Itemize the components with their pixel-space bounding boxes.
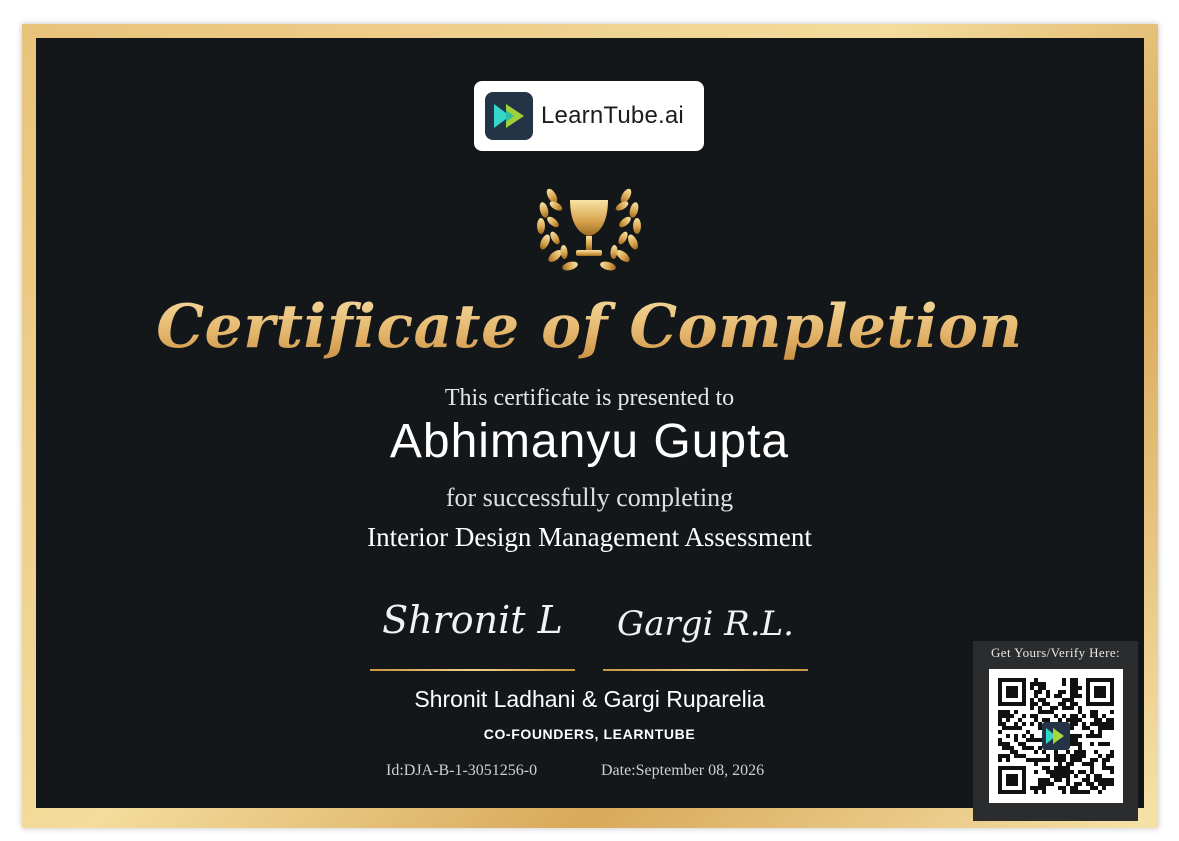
signature-gargi: Gargi R.L. [617,604,794,644]
certificate-date: Date:September 08, 2026 [601,762,765,779]
certificate-id: Id:DJA-B-1-3051256-0 [386,762,538,779]
signature-line-2 [603,669,808,671]
verify-label: Get Yours/Verify Here: [990,645,1121,660]
verify-qr-code[interactable] [989,669,1123,803]
logo-play-icon [485,92,533,140]
signature-line-1 [370,669,575,671]
signature-shronit: Shronit L [382,598,563,642]
presented-text: This certificate is presented to [444,385,735,411]
completing-text: for successfully completing [445,483,734,512]
verify-box: Get Yours/Verify Here: [973,641,1138,821]
recipient-name: Abhimanyu Gupta [389,415,790,468]
course-name: Interior Design Management Assessment [367,522,812,552]
logo-text: LearnTube.ai [541,102,684,129]
trophy-laurel-icon [537,188,641,271]
certificate-title: Certificate of Completion [0,292,1179,362]
learntube-logo: LearnTube.ai [474,81,704,151]
